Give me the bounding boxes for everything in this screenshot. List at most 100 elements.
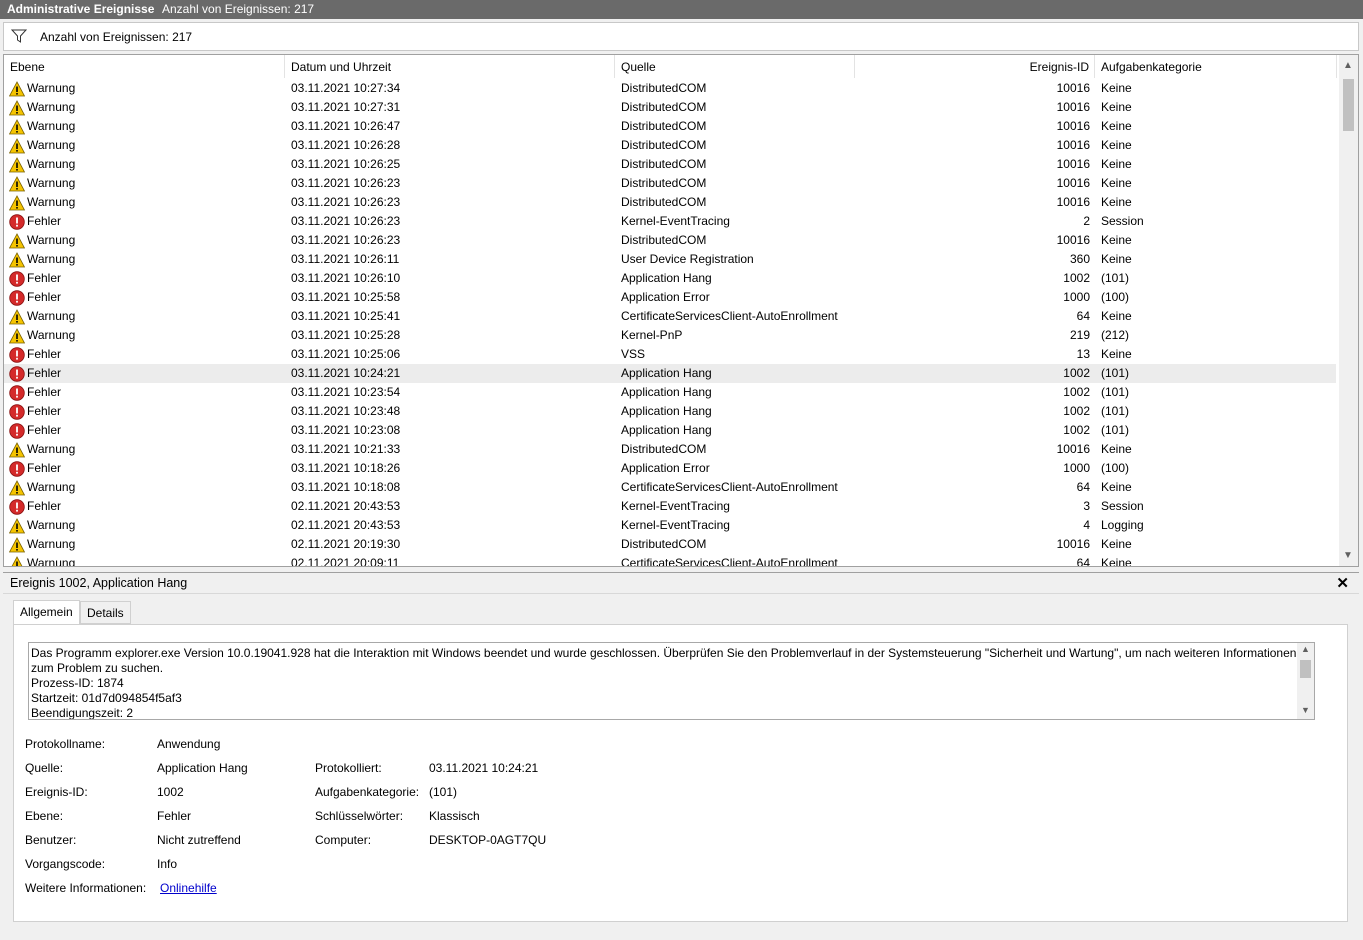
tab-general[interactable]: Allgemein: [13, 600, 80, 625]
error-icon: [9, 404, 25, 420]
online-help-link[interactable]: Onlinehilfe: [160, 881, 217, 895]
date-cell: 03.11.2021 10:26:23: [291, 176, 401, 190]
column-header-category[interactable]: Aufgabenkategorie: [1095, 55, 1337, 78]
filter-count-text: Anzahl von Ereignissen: 217: [40, 30, 193, 44]
keywords-label: Schlüsselwörter:: [315, 809, 404, 823]
user-value: Nicht zutreffend: [157, 833, 241, 847]
scroll-thumb[interactable]: [1300, 660, 1311, 678]
category-cell: Logging: [1101, 518, 1144, 532]
date-cell: 03.11.2021 10:23:08: [291, 423, 401, 437]
source-cell: Application Hang: [621, 271, 712, 285]
level-cell: Warnung: [27, 537, 76, 551]
source-cell: User Device Registration: [621, 252, 754, 266]
column-header-source[interactable]: Quelle: [615, 55, 855, 78]
event-id-cell: 3: [1083, 499, 1090, 513]
category-cell: Session: [1101, 499, 1144, 513]
table-row[interactable]: Warnung 03.11.2021 10:26:47 DistributedCOM…: [4, 117, 1336, 136]
general-panel: Das Programm explorer.exe Version 10.0.1…: [13, 624, 1348, 922]
table-row[interactable]: Warnung 03.11.2021 10:26:23 DistributedCOM…: [4, 231, 1336, 250]
table-row[interactable]: Fehler 03.11.2021 10:25:06 VSS 13 Keine: [4, 345, 1336, 364]
date-cell: 03.11.2021 10:18:08: [291, 480, 401, 494]
table-row[interactable]: Warnung 03.11.2021 10:26:28 DistributedCOM…: [4, 136, 1336, 155]
message-line: Startzeit: 01d7d094854f5af3: [31, 691, 182, 705]
date-cell: 03.11.2021 10:27:31: [291, 100, 401, 114]
table-row[interactable]: Fehler 03.11.2021 10:25:58 Application Err…: [4, 288, 1336, 307]
close-icon[interactable]: ✕: [1336, 574, 1349, 592]
level-cell: Warnung: [27, 157, 76, 171]
table-row[interactable]: Fehler 02.11.2021 20:43:53 Kernel-EventTra…: [4, 497, 1336, 516]
level-cell: Warnung: [27, 518, 76, 532]
error-icon: [9, 214, 25, 230]
event-message-box[interactable]: Das Programm explorer.exe Version 10.0.1…: [28, 642, 1315, 720]
level-cell: Fehler: [27, 499, 62, 513]
source-cell: DistributedCOM: [621, 157, 707, 171]
table-row[interactable]: Warnung 03.11.2021 10:18:08 CertificateSer…: [4, 478, 1336, 497]
date-cell: 03.11.2021 10:21:33: [291, 442, 401, 456]
message-line: zum Problem zu suchen.: [31, 661, 164, 675]
table-row[interactable]: Warnung 03.11.2021 10:27:31 DistributedCOM…: [4, 98, 1336, 117]
category-cell: Keine: [1101, 252, 1132, 266]
event-list[interactable]: Ebene Datum und Uhrzeit Quelle Ereignis-…: [3, 54, 1359, 567]
table-row[interactable]: Warnung 02.11.2021 20:09:11 CertificateSer…: [4, 554, 1336, 566]
source-cell: Kernel-PnP: [621, 328, 683, 342]
warning-icon: [9, 556, 25, 566]
table-row[interactable]: Warnung 02.11.2021 20:19:30 DistributedCOM…: [4, 535, 1336, 554]
table-row[interactable]: Fehler 03.11.2021 10:24:21 Application Han…: [4, 364, 1336, 383]
warning-icon: [8, 119, 26, 135]
table-row[interactable]: Warnung 03.11.2021 10:26:11 User Device Re…: [4, 250, 1336, 269]
event-id-cell: 1002: [1063, 404, 1090, 418]
table-row[interactable]: Warnung 03.11.2021 10:25:41 CertificateSer…: [4, 307, 1336, 326]
category-cell: Keine: [1101, 119, 1132, 133]
scroll-up-icon[interactable]: ▲: [1301, 644, 1310, 654]
event-id-cell: 64: [1076, 309, 1090, 323]
source-cell: VSS: [621, 347, 646, 361]
event-count-title: Anzahl von Ereignissen: 217: [162, 2, 315, 16]
table-row[interactable]: Fehler 03.11.2021 10:23:54 Application Han…: [4, 383, 1336, 402]
tab-details[interactable]: Details: [80, 601, 131, 624]
scroll-thumb[interactable]: [1343, 79, 1354, 131]
computer-label: Computer:: [315, 833, 372, 847]
warning-icon: [8, 442, 26, 458]
date-cell: 02.11.2021 20:43:53: [291, 499, 401, 513]
column-header-level[interactable]: Ebene: [4, 55, 285, 78]
table-row[interactable]: Warnung 03.11.2021 10:26:23 DistributedCOM…: [4, 193, 1336, 212]
table-row[interactable]: Fehler 03.11.2021 10:23:08 Application Han…: [4, 421, 1336, 440]
table-row[interactable]: Fehler 03.11.2021 10:18:26 Application Err…: [4, 459, 1336, 478]
warning-icon: [8, 309, 26, 325]
filter-icon[interactable]: [11, 29, 27, 43]
event-id-cell: 219: [1069, 328, 1090, 342]
scroll-down-icon[interactable]: ▼: [1301, 705, 1310, 715]
event-detail-header: Ereignis 1002, Application Hang ✕: [3, 572, 1359, 594]
category-cell: (212): [1101, 328, 1130, 342]
table-row[interactable]: Fehler 03.11.2021 10:23:48 Application Han…: [4, 402, 1336, 421]
table-row[interactable]: Warnung 03.11.2021 10:21:33 DistributedCOM…: [4, 440, 1336, 459]
error-icon: [9, 385, 25, 401]
table-row[interactable]: Warnung 03.11.2021 10:26:23 DistributedCOM…: [4, 174, 1336, 193]
event-id-cell: 10016: [1056, 100, 1090, 114]
source-cell: Application Hang: [621, 385, 712, 399]
keywords-value: Klassisch: [429, 809, 480, 823]
error-icon: [9, 271, 25, 287]
source-cell: DistributedCOM: [621, 138, 707, 152]
table-row[interactable]: Warnung 03.11.2021 10:26:25 DistributedCOM…: [4, 155, 1336, 174]
category-cell: (101): [1101, 404, 1130, 418]
event-id-cell: 360: [1069, 252, 1090, 266]
table-row[interactable]: Fehler 03.11.2021 10:26:23 Kernel-EventTra…: [4, 212, 1336, 231]
column-header-date[interactable]: Datum und Uhrzeit: [285, 55, 615, 78]
column-header-event-id[interactable]: Ereignis-ID: [855, 55, 1095, 78]
message-line: Beendigungszeit: 2: [31, 706, 134, 720]
event-list-scrollbar[interactable]: ▲ ▼: [1339, 55, 1358, 566]
table-row[interactable]: Warnung 02.11.2021 20:43:53 Kernel-EventTr…: [4, 516, 1336, 535]
event-id-cell: 10016: [1056, 537, 1090, 551]
event-id-cell: 10016: [1056, 81, 1090, 95]
event-id-cell: 1002: [1063, 271, 1090, 285]
level-cell: Fehler: [27, 347, 62, 361]
level-cell: Warnung: [27, 328, 76, 342]
category-cell: (101): [1101, 271, 1130, 285]
scroll-up-icon[interactable]: ▲: [1343, 60, 1353, 71]
table-row[interactable]: Fehler 03.11.2021 10:26:10 Application Han…: [4, 269, 1336, 288]
scroll-down-icon[interactable]: ▼: [1343, 550, 1353, 561]
table-row[interactable]: Warnung 03.11.2021 10:25:28 Kernel-PnP 219 (…: [4, 326, 1336, 345]
table-row[interactable]: Warnung 03.11.2021 10:27:34 DistributedCOM…: [4, 79, 1336, 98]
message-scrollbar[interactable]: ▲ ▼: [1297, 643, 1314, 719]
